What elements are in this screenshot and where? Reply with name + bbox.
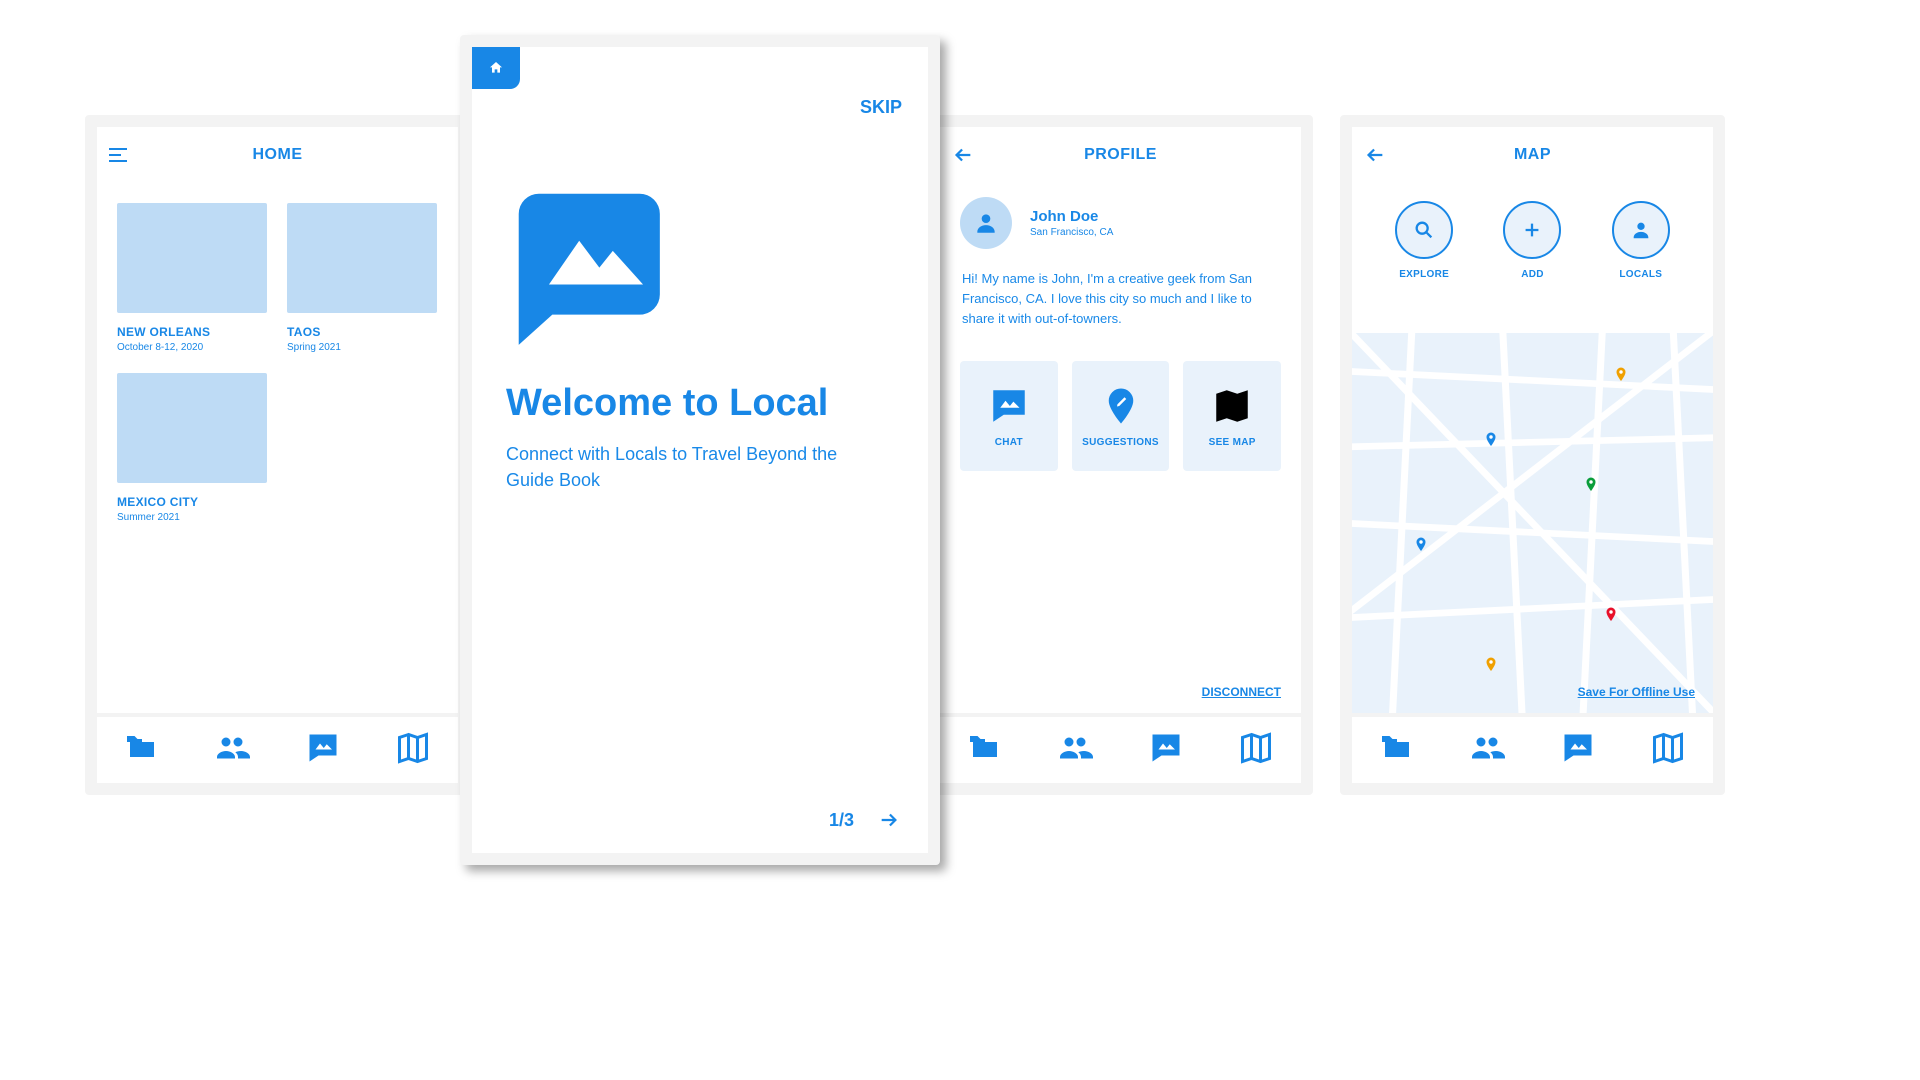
nav-trips[interactable]: [122, 730, 162, 771]
person-icon: [1630, 219, 1652, 241]
trip-title: TAOS: [287, 325, 437, 339]
screen-profile: PROFILE John Doe San Francisco, CA Hi! M…: [928, 115, 1313, 795]
nav-people[interactable]: [1467, 730, 1507, 771]
folder-icon: [965, 730, 1005, 766]
back-button[interactable]: [1364, 127, 1386, 183]
see-map-label: SEE MAP: [1209, 437, 1256, 448]
add-button[interactable]: ADD: [1503, 201, 1561, 280]
map-title: MAP: [1514, 146, 1551, 164]
people-icon: [1467, 730, 1507, 766]
nav-trips[interactable]: [1377, 730, 1417, 771]
nav-map[interactable]: [393, 730, 433, 771]
explore-label: EXPLORE: [1399, 269, 1449, 280]
profile-title: PROFILE: [1084, 146, 1157, 164]
trip-card[interactable]: MEXICO CITY Summer 2021: [117, 373, 267, 523]
trip-title: NEW ORLEANS: [117, 325, 267, 339]
profile-header: PROFILE: [940, 127, 1301, 183]
map-pin[interactable]: [1602, 603, 1620, 627]
arrow-left-icon: [952, 144, 974, 166]
nav-chat[interactable]: [1146, 730, 1186, 771]
nav-people[interactable]: [212, 730, 252, 771]
menu-icon: [109, 148, 129, 162]
map-icon: [393, 730, 433, 766]
explore-button[interactable]: EXPLORE: [1395, 201, 1453, 280]
menu-button[interactable]: [109, 127, 129, 183]
pin-edit-icon: [1100, 385, 1142, 427]
bottom-nav: [940, 713, 1301, 783]
suggestions-button[interactable]: SUGGESTIONS: [1072, 361, 1170, 471]
onboarding-title: Welcome to Local: [506, 382, 894, 425]
map-canvas[interactable]: Save For Offline Use: [1352, 333, 1713, 713]
home-title: HOME: [253, 146, 303, 164]
map-pin[interactable]: [1612, 363, 1630, 387]
chat-icon: [1146, 730, 1186, 766]
locals-button[interactable]: LOCALS: [1612, 201, 1670, 280]
profile-location: San Francisco, CA: [1030, 227, 1113, 238]
screen-home: HOME NEW ORLEANS October 8-12, 2020 TAOS…: [85, 115, 470, 795]
trip-title: MEXICO CITY: [117, 495, 267, 509]
chat-icon: [988, 385, 1030, 427]
chat-label: CHAT: [995, 437, 1023, 448]
plus-icon: [1521, 219, 1543, 241]
trip-date: October 8-12, 2020: [117, 342, 267, 353]
map-pin[interactable]: [1582, 473, 1600, 497]
map-icon: [1211, 385, 1253, 427]
people-icon: [212, 730, 252, 766]
map-icon: [1236, 730, 1276, 766]
trip-card[interactable]: NEW ORLEANS October 8-12, 2020: [117, 203, 267, 353]
person-icon: [973, 210, 999, 236]
arrow-left-icon: [1364, 144, 1386, 166]
nav-map[interactable]: [1236, 730, 1276, 771]
street-lines: [1352, 333, 1713, 713]
see-map-button[interactable]: SEE MAP: [1183, 361, 1281, 471]
next-button[interactable]: [878, 809, 900, 831]
app-logo: [506, 187, 894, 360]
trip-thumb: [117, 373, 267, 483]
search-icon: [1413, 219, 1435, 241]
map-pin[interactable]: [1482, 428, 1500, 452]
map-pin[interactable]: [1482, 653, 1500, 677]
back-button[interactable]: [952, 127, 974, 183]
bottom-nav: [1352, 713, 1713, 783]
chat-button[interactable]: CHAT: [960, 361, 1058, 471]
chat-icon: [303, 730, 343, 766]
profile-name: John Doe: [1030, 208, 1113, 225]
bottom-nav: [97, 713, 458, 783]
screen-map: MAP EXPLORE ADD LOCALS: [1340, 115, 1725, 795]
skip-button[interactable]: SKIP: [860, 97, 902, 118]
trip-thumb: [117, 203, 267, 313]
people-icon: [1055, 730, 1095, 766]
avatar[interactable]: [960, 197, 1012, 249]
chat-icon: [1558, 730, 1598, 766]
folder-icon: [122, 730, 162, 766]
map-header: MAP: [1352, 127, 1713, 183]
onboarding-subtitle: Connect with Locals to Travel Beyond the…: [506, 441, 866, 493]
page-indicator: 1/3: [829, 810, 854, 831]
nav-map[interactable]: [1648, 730, 1688, 771]
trip-cards: NEW ORLEANS October 8-12, 2020 TAOS Spri…: [97, 183, 458, 523]
save-offline-link[interactable]: Save For Offline Use: [1578, 685, 1695, 699]
add-label: ADD: [1521, 269, 1544, 280]
suggestions-label: SUGGESTIONS: [1082, 437, 1159, 448]
trip-date: Summer 2021: [117, 512, 267, 523]
nav-chat[interactable]: [1558, 730, 1598, 771]
nav-trips[interactable]: [965, 730, 1005, 771]
folder-icon: [1377, 730, 1417, 766]
map-icon: [1648, 730, 1688, 766]
disconnect-link[interactable]: DISCONNECT: [1202, 685, 1281, 699]
trip-card[interactable]: TAOS Spring 2021: [287, 203, 437, 353]
map-pin[interactable]: [1412, 533, 1430, 557]
home-tab-button[interactable]: [472, 47, 520, 89]
trip-thumb: [287, 203, 437, 313]
profile-bio: Hi! My name is John, I'm a creative geek…: [940, 255, 1301, 329]
trip-date: Spring 2021: [287, 342, 437, 353]
locals-label: LOCALS: [1619, 269, 1662, 280]
nav-people[interactable]: [1055, 730, 1095, 771]
nav-chat[interactable]: [303, 730, 343, 771]
home-icon: [488, 60, 504, 76]
screen-onboarding: SKIP Welcome to Local Connect with Local…: [460, 35, 940, 865]
home-header: HOME: [97, 127, 458, 183]
